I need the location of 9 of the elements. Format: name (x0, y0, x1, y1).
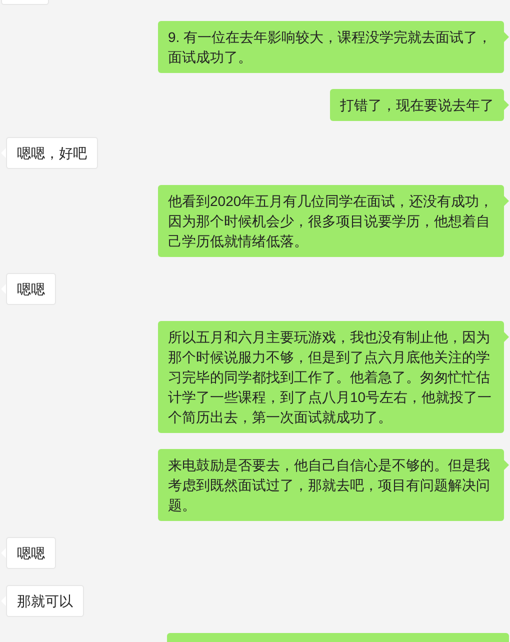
message-text: 那就可以 (17, 592, 73, 611)
message-text: 嗯嗯，好吧 (17, 144, 87, 163)
message-text: 所以五月和六月主要玩游戏，我也没有制止他，因为那个时候说服力不够，但是到了点六月底他关注的学习完毕的同学都找到工作了。他着急了。匆匆忙忙估计学了一些课程，到了点八月10号左右，他就投了一个简历出去，第一次面试就成功了。 (168, 328, 493, 427)
message-text: 9. 有一位在去年影响较大，课程没学完就去面试了，面试成功了。 (168, 28, 493, 67)
message-text: 来电鼓励是否要去，他自己自信心是不够的。但是我考虑到既然面试过了，那就去吧，项目有问题解决问题。 (168, 456, 491, 515)
message-text: 他看到2020年五月有几位同学在面试，还没有成功，因为那个时候机会少，很多项目说要学历，他想着自己学历低就情绪低落。 (168, 192, 494, 251)
message-text: 嗯嗯 (17, 544, 45, 563)
message-text: 打错了，现在要说去年了 (340, 96, 494, 115)
message-text: 嗯嗯 (17, 280, 45, 299)
